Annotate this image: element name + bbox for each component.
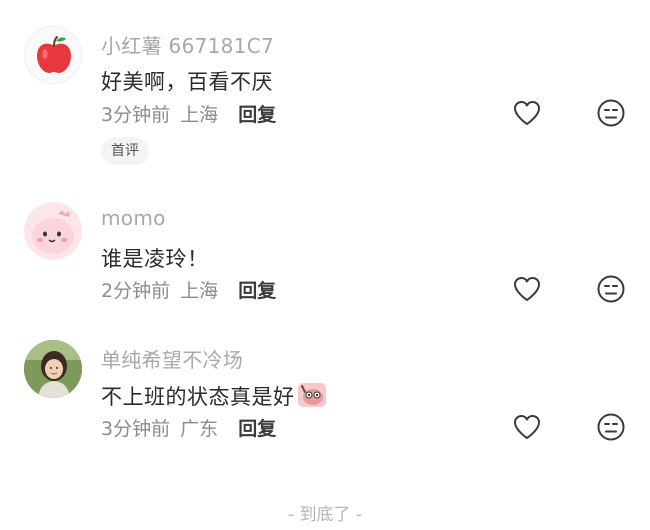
avatar[interactable] (24, 202, 82, 260)
neutral-face-icon (597, 99, 625, 127)
comment-text: 好美啊，百看不厌 (101, 70, 273, 94)
child-photo-avatar (24, 340, 82, 398)
red-apple-icon (37, 36, 71, 73)
first-comment-badge: 首评 (101, 137, 149, 165)
reply-button[interactable]: 回复 (238, 104, 276, 126)
neutral-face-icon (597, 413, 625, 441)
username[interactable]: 小红薯 667181C7 (101, 30, 274, 59)
comment-meta: 3分钟前 上海 回复 (101, 100, 276, 127)
username[interactable]: 单纯希望不冷场 (101, 344, 243, 373)
comment-meta: 2分钟前 上海 回复 (101, 276, 276, 303)
pink-cartoon-sticker-icon (297, 383, 326, 407)
comment-text: 谁是凌玲！ (101, 247, 209, 271)
comment-text: 不上班的状态真是好 (101, 381, 327, 411)
comment-location: 上海 (180, 104, 219, 126)
avatar[interactable] (24, 340, 82, 398)
reply-button[interactable]: 回复 (238, 280, 276, 302)
like-button[interactable] (511, 273, 543, 305)
reply-button[interactable]: 回复 (238, 418, 276, 440)
pink-cartoon-avatar (32, 210, 74, 254)
end-of-list-text: - 到底了 - (287, 505, 363, 525)
comment-meta: 3分钟前 广东 回复 (101, 414, 276, 441)
like-button[interactable] (511, 411, 543, 443)
username[interactable]: momo (101, 206, 166, 230)
comment-time: 3分钟前 (101, 418, 171, 440)
comment-list: 小红薯 667181C7 好美啊，百看不厌 3分钟前 上海 回复 首评 momo… (0, 0, 650, 530)
neutral-face-icon (597, 275, 625, 303)
heart-outline-icon (514, 277, 540, 301)
comment-text-content: 不上班的状态真是好 (101, 385, 295, 409)
comment-time: 3分钟前 (101, 104, 171, 126)
avatar[interactable] (24, 26, 82, 84)
heart-outline-icon (514, 101, 540, 125)
comment-location: 广东 (180, 418, 219, 440)
heart-outline-icon (514, 415, 540, 439)
like-button[interactable] (511, 97, 543, 129)
dislike-button[interactable] (595, 273, 627, 305)
dislike-button[interactable] (595, 97, 627, 129)
dislike-button[interactable] (595, 411, 627, 443)
comment-location: 上海 (180, 280, 219, 302)
comment-time: 2分钟前 (101, 280, 171, 302)
